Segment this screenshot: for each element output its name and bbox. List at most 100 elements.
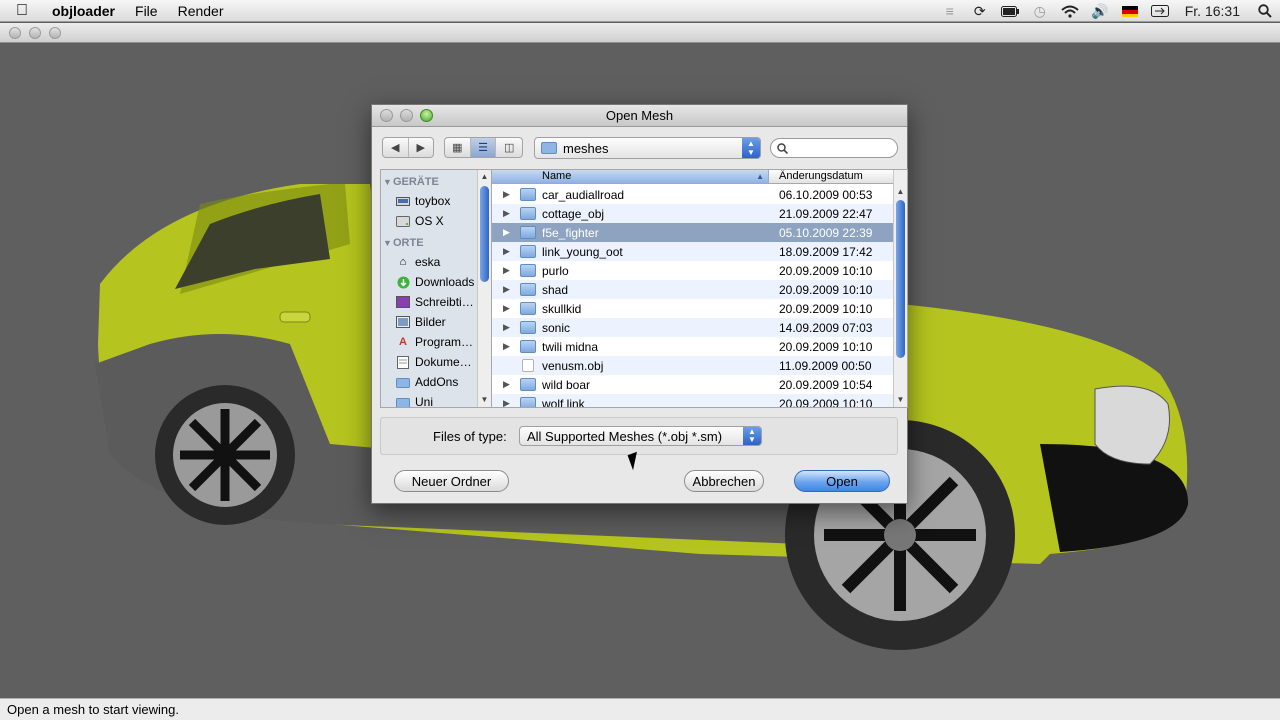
app-menu[interactable]: objloader (44, 3, 125, 19)
sidebar-item-osx[interactable]: OS X (381, 211, 479, 231)
back-forward-buttons: ◀ ▶ (382, 137, 434, 158)
volume-icon[interactable]: 🔊 (1085, 0, 1115, 22)
scroll-down-arrow-icon[interactable]: ▼ (894, 394, 907, 406)
zoom-window-button[interactable] (49, 27, 61, 39)
forward-button[interactable]: ▶ (409, 138, 434, 157)
app-window-titlebar (0, 23, 1280, 43)
open-button[interactable]: Open (794, 470, 890, 492)
flag-de-icon[interactable] (1115, 0, 1145, 22)
wifi-icon[interactable] (1055, 0, 1085, 22)
disclosure-triangle-icon[interactable]: ▶ (503, 379, 510, 390)
drive-icon (396, 195, 410, 208)
disclosure-triangle-icon[interactable]: ▼ (383, 238, 393, 248)
sidebar-section-places[interactable]: ▼ORTE (381, 231, 479, 252)
disclosure-triangle-icon[interactable]: ▶ (503, 322, 510, 333)
file-list-scroll-thumb[interactable] (896, 200, 905, 358)
file-name: sonic (542, 320, 571, 335)
file-row[interactable]: ▶ purlo 20.09.2009 10:10 (492, 261, 894, 280)
sidebar-scroll-thumb[interactable] (480, 186, 489, 282)
sidebar-item-applications[interactable]: A Program… (381, 332, 479, 352)
spotlight-icon[interactable] (1250, 0, 1280, 22)
file-row[interactable]: ▶ cottage_obj 21.09.2009 22:47 (492, 204, 894, 223)
file-date: 20.09.2009 10:10 (779, 339, 873, 354)
disclosure-triangle-icon[interactable]: ▶ (503, 341, 510, 352)
file-row[interactable]: ▶ twili midna 20.09.2009 10:10 (492, 337, 894, 356)
column-view-button[interactable]: ◫ (496, 138, 522, 157)
file-row[interactable]: ▶ car_audiallroad 06.10.2009 00:53 (492, 185, 894, 204)
scroll-down-arrow-icon[interactable]: ▼ (478, 394, 491, 406)
folder-icon (520, 321, 536, 334)
scripts-icon[interactable]: ≡ (935, 0, 965, 22)
sidebar-item-addons[interactable]: AddOns (381, 372, 479, 392)
sidebar-item-pictures[interactable]: Bilder (381, 312, 479, 332)
scroll-up-arrow-icon[interactable]: ▲ (894, 186, 907, 198)
popup-arrows-icon: ▲ ▼ (742, 138, 760, 158)
sidebar-item-documents[interactable]: Dokume… (381, 352, 479, 372)
apple-menu-icon[interactable]:  (0, 2, 44, 20)
sidebar-item-toybox[interactable]: toybox (381, 191, 479, 211)
file-name: wolf link (542, 396, 585, 408)
file-row[interactable]: ▶ wolf link 20.09.2009 10:10 (492, 394, 894, 408)
disclosure-triangle-icon[interactable]: ▶ (503, 265, 510, 276)
folder-icon (520, 207, 536, 220)
disclosure-triangle-icon[interactable]: ▶ (503, 208, 510, 219)
file-date: 20.09.2009 10:10 (779, 396, 873, 408)
disclosure-triangle-icon[interactable]: ▼ (383, 177, 393, 187)
menu-render[interactable]: Render (168, 3, 234, 19)
search-field[interactable] (770, 138, 898, 158)
search-input[interactable] (792, 141, 887, 155)
disclosure-triangle-icon[interactable]: ▶ (503, 189, 510, 200)
file-name: shad (542, 282, 569, 297)
disclosure-triangle-icon[interactable]: ▶ (503, 246, 510, 257)
file-date: 05.10.2009 22:39 (779, 225, 873, 240)
dialog-minimize-button[interactable] (400, 109, 413, 122)
sidebar-item-downloads[interactable]: Downloads (381, 272, 479, 292)
file-list-scrollbar[interactable]: ▲ ▼ (893, 170, 907, 407)
file-name: link_young_oot (542, 244, 623, 259)
dialog-title: Open Mesh (605, 108, 674, 123)
file-row[interactable]: ▶ wild boar 20.09.2009 10:54 (492, 375, 894, 394)
menu-file[interactable]: File (125, 3, 168, 19)
home-icon: ⌂ (399, 256, 407, 268)
dialog-zoom-button[interactable] (420, 109, 433, 122)
back-button[interactable]: ◀ (383, 138, 409, 157)
sidebar-section-devices[interactable]: ▼GERÄTE (381, 170, 479, 191)
document-icon (522, 359, 534, 372)
cancel-button[interactable]: Abbrechen (684, 470, 764, 492)
clock[interactable]: Fr. 16:31 (1175, 0, 1250, 22)
file-row[interactable]: venusm.obj 11.09.2009 00:50 (492, 356, 894, 375)
list-view-button[interactable]: ☰ (470, 138, 497, 157)
new-folder-button[interactable]: Neuer Ordner (394, 470, 509, 492)
disclosure-triangle-icon[interactable]: ▶ (503, 398, 510, 407)
scroll-up-arrow-icon[interactable]: ▲ (478, 171, 491, 183)
file-row[interactable]: ▶ sonic 14.09.2009 07:03 (492, 318, 894, 337)
battery-icon[interactable] (995, 0, 1025, 22)
sidebar-item-home[interactable]: ⌂ eska (381, 252, 479, 272)
location-popup[interactable]: meshes ▲ ▼ (534, 137, 761, 159)
file-row[interactable]: ▶ link_young_oot 18.09.2009 17:42 (492, 242, 894, 261)
disclosure-triangle-icon[interactable]: ▶ (503, 227, 510, 238)
column-header-name[interactable]: Name ▲ (492, 170, 769, 183)
sync-icon[interactable]: ⟳ (965, 0, 995, 22)
sidebar-scrollbar[interactable]: ▲ ▼ (477, 170, 491, 407)
files-of-type-select[interactable]: All Supported Meshes (*.obj *.sm) ▲ ▼ (519, 426, 762, 446)
icon-view-button[interactable]: ▦ (445, 138, 471, 157)
sidebar-item-uni[interactable]: Uni (381, 392, 479, 407)
dialog-close-button[interactable] (380, 109, 393, 122)
file-row[interactable]: ▶ f5e_fighter 05.10.2009 22:39 (492, 223, 894, 242)
disclosure-triangle-icon[interactable]: ▶ (503, 303, 510, 314)
input-icon[interactable] (1145, 0, 1175, 22)
file-name: purlo (542, 263, 569, 278)
file-row[interactable]: ▶ shad 20.09.2009 10:10 (492, 280, 894, 299)
sidebar-item-desktop[interactable]: Schreibti… (381, 292, 479, 312)
documents-icon (396, 355, 410, 369)
file-name: venusm.obj (542, 358, 604, 373)
file-date: 21.09.2009 22:47 (779, 206, 873, 221)
file-row[interactable]: ▶ skullkid 20.09.2009 10:10 (492, 299, 894, 318)
column-header-date[interactable]: Änderungsdatum (779, 170, 863, 183)
time-machine-icon[interactable]: ◷ (1025, 0, 1055, 22)
location-label: meshes (563, 140, 609, 156)
close-window-button[interactable] (9, 27, 21, 39)
minimize-window-button[interactable] (29, 27, 41, 39)
disclosure-triangle-icon[interactable]: ▶ (503, 284, 510, 295)
